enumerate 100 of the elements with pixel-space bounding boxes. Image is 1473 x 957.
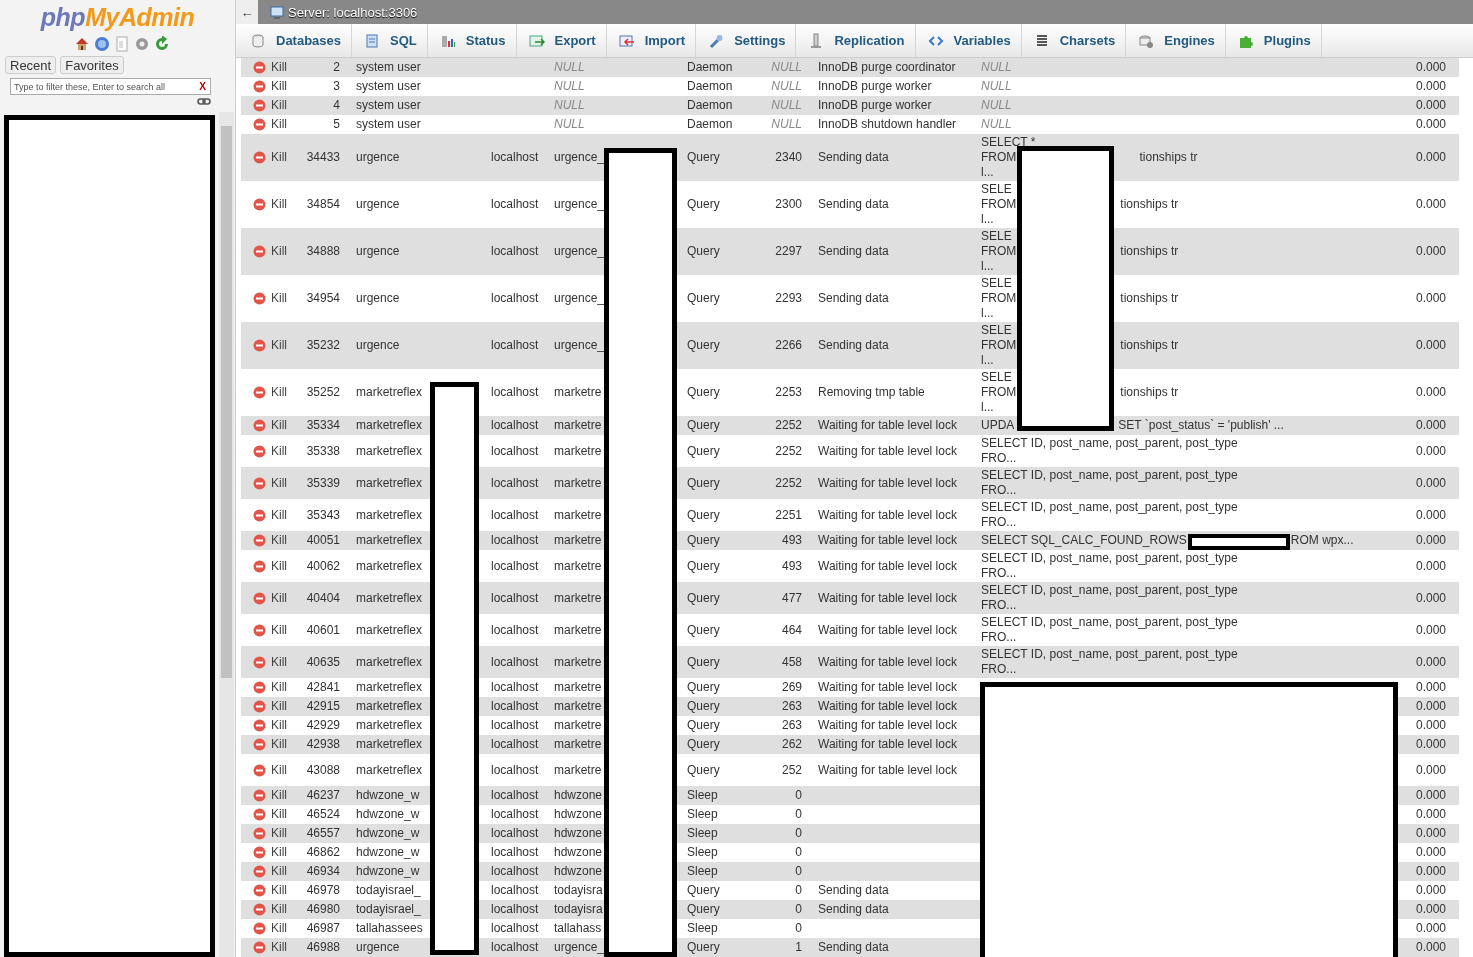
query-text: SELECT ID, post_name, post_parent, post_type FRO... [981,647,1238,677]
nav-tab[interactable]: Plugins [1225,24,1322,57]
process-id: 46987 [306,921,340,935]
kill-link[interactable]: Kill [253,788,287,803]
scrollbar[interactable] [219,112,234,957]
kill-link[interactable]: Kill [253,902,287,917]
user-name: hdwzone_w [356,845,420,859]
stop-icon [253,941,266,954]
kill-link[interactable]: Kill [253,864,287,879]
process-id: 42929 [306,718,340,732]
kill-link[interactable]: Kill [253,98,287,113]
kill-link[interactable]: Kill [253,533,287,548]
state-text: Sending data [818,883,889,897]
time-value: 2253 [775,385,802,399]
kill-link[interactable]: Kill [253,117,287,132]
nav-button[interactable]: Favorites [60,56,124,74]
clear-button[interactable]: X [195,81,210,92]
kill-link[interactable]: Kill [253,680,287,695]
process-id: 4 [333,98,340,112]
user-name: marketreflex [356,654,423,669]
kill-link[interactable]: Kill [253,150,287,165]
nav-tab[interactable]: Databases [238,24,353,57]
process-id: 35334 [306,418,340,432]
filter-field[interactable]: Type to filter these, Enter to search all X [10,78,211,95]
kill-link[interactable]: Kill [253,443,287,459]
process-id: 35343 [306,507,340,522]
progress-value: 0.000 [1415,654,1446,669]
stop-icon [253,719,266,732]
kill-link[interactable]: Kill [253,622,287,638]
user-name: marketreflex [356,558,423,573]
kill-link[interactable]: Kill [253,940,287,955]
back-button[interactable]: ← [236,0,258,24]
stop-icon [253,623,266,637]
database-name: marketre [554,418,602,432]
kill-link[interactable]: Kill [253,737,287,752]
kill-link[interactable]: Kill [253,558,287,574]
nav-tab[interactable]: Status [427,24,517,57]
kill-link[interactable]: Kill [253,807,287,822]
nav-tab[interactable]: Import [606,24,697,57]
host-name: localhost [491,443,539,458]
stop-icon [253,386,266,399]
nav-tab[interactable]: Settings [696,24,797,57]
state-text: InnoDB purge worker [818,98,932,112]
kill-link[interactable]: Kill [253,590,287,606]
host-name: localhost [491,680,539,694]
time-value: 0 [795,845,802,859]
nav-tab[interactable]: Variables [915,24,1022,57]
kill-link[interactable]: Kill [253,883,287,898]
database-name: hdwzone [554,845,603,859]
process-id: 5 [333,117,340,131]
server-title[interactable]: Server: localhost:3306 [288,4,418,20]
kill-link[interactable]: Kill [253,79,287,94]
kill-link[interactable]: Kill [253,718,287,733]
kill-link[interactable]: Kill [253,418,287,433]
link-icon[interactable] [197,97,211,106]
kill-link[interactable]: Kill [253,826,287,841]
app-logo[interactable]: phpMyAdmin [0,3,235,32]
process-id: 34954 [306,291,340,305]
time-value: 0 [795,826,802,840]
query-text: SELE FROM l... [981,323,1017,368]
nav-tab[interactable]: Export [516,24,607,57]
kill-link[interactable]: Kill [253,244,287,259]
kill-link[interactable]: Kill [253,845,287,860]
settings-icon[interactable] [133,36,150,52]
reload-icon[interactable] [153,36,170,52]
kill-link[interactable]: Kill [253,385,287,400]
kill-link[interactable]: Kill [253,699,287,714]
nav-tab[interactable]: SQL [352,24,428,57]
process-id: 40601 [306,622,340,637]
kill-link[interactable]: Kill [253,921,287,936]
progress-value: 0.000 [1415,590,1446,605]
process-id: 46557 [306,826,340,840]
process-id: 40051 [306,533,340,547]
nav-button[interactable]: Recent [5,56,57,74]
kill-link[interactable]: Kill [253,338,287,353]
kill-link[interactable]: Kill [253,762,287,778]
user-name: marketreflex [356,475,423,490]
state-text: InnoDB purge worker [818,79,932,93]
kill-link[interactable]: Kill [253,507,287,523]
process-id: 40062 [306,558,340,573]
nav-tab[interactable]: Engines [1126,24,1226,57]
database-name: marketre [554,443,602,458]
kill-link[interactable]: Kill [253,475,287,491]
host-name: localhost [491,921,539,935]
database-name: marketre [554,737,602,751]
state-text: Sending data [818,291,889,305]
command-name: Query [687,418,720,432]
time-value: 477 [781,590,802,605]
nav-tab[interactable]: Replication [796,24,916,57]
time-value: 1 [795,940,802,954]
query-text: NULL [981,98,1012,113]
query-text: SELE FROM l... [981,276,1017,321]
kill-link[interactable]: Kill [253,654,287,670]
kill-link[interactable]: Kill [253,197,287,212]
kill-link[interactable]: Kill [253,60,287,75]
kill-link[interactable]: Kill [253,291,287,306]
nav-tab[interactable]: Charsets [1021,24,1127,57]
query-text: SELECT ID, post_name, post_parent, post_type FRO... [981,500,1238,530]
process-id: 40404 [306,590,340,605]
state-text: Waiting for table level lock [818,737,957,751]
